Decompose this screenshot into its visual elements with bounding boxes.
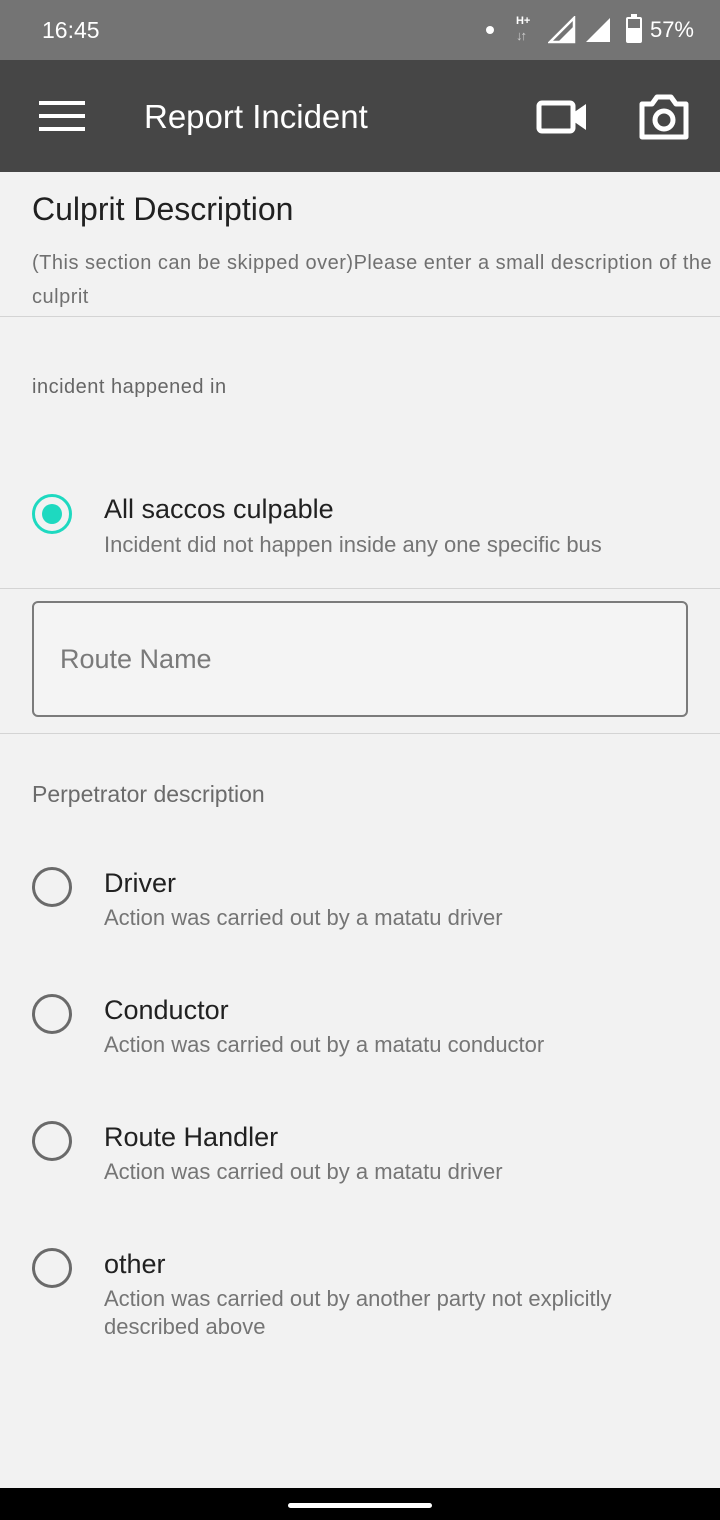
divider — [0, 733, 720, 734]
radio-description: Action was carried out by a matatu drive… — [104, 1159, 503, 1184]
divider — [0, 316, 720, 317]
network-type-label: H+ — [515, 15, 531, 27]
radio-description: Action was carried out by a matatu drive… — [104, 905, 503, 930]
app-bar: Report Incident — [0, 60, 720, 172]
radio-label: Conductor — [104, 995, 229, 1025]
network-data-icon: H+ ↓↑ — [515, 15, 531, 43]
radio-label: All saccos culpable — [104, 494, 334, 524]
route-name-input[interactable] — [60, 603, 660, 715]
notification-dot-icon — [485, 26, 494, 34]
radio-button[interactable] — [32, 1248, 72, 1288]
radio-option-route-handler[interactable]: Route Handler Action was carried out by … — [0, 1106, 720, 1202]
battery-percent: 57% — [649, 17, 694, 42]
menu-icon[interactable] — [30, 92, 94, 140]
radio-option-other[interactable]: other Action was carried out by another … — [0, 1233, 720, 1353]
radio-button-checked[interactable] — [32, 494, 72, 534]
battery-icon — [625, 14, 642, 43]
signal-icon — [547, 16, 576, 44]
radio-option-all-saccos[interactable]: All saccos culpable Incident did not hap… — [0, 480, 720, 570]
navigation-bar — [0, 1488, 720, 1520]
divider — [0, 588, 720, 589]
perpetrator-label: Perpetrator description — [32, 781, 265, 807]
location-label: incident happened in — [32, 376, 227, 398]
radio-button[interactable] — [32, 1121, 72, 1161]
gesture-handle[interactable] — [288, 1503, 432, 1508]
route-name-field[interactable] — [32, 601, 688, 717]
page-title: Report Incident — [144, 98, 368, 135]
radio-description: Action was carried out by a matatu condu… — [104, 1032, 545, 1057]
signal-icon — [585, 18, 610, 42]
radio-description: Action was carried out by another party … — [104, 1286, 612, 1339]
status-time: 16:45 — [42, 17, 100, 43]
radio-label: other — [104, 1249, 166, 1279]
radio-option-conductor[interactable]: Conductor Action was carried out by a ma… — [0, 979, 720, 1075]
section-title: Culprit Description — [32, 191, 294, 227]
status-icons: H+ ↓↑ 57% — [485, 14, 694, 46]
video-camera-icon[interactable] — [532, 96, 592, 138]
camera-icon[interactable] — [636, 92, 692, 142]
radio-label: Driver — [104, 868, 176, 898]
radio-description: Incident did not happen inside any one s… — [104, 532, 602, 557]
radio-button[interactable] — [32, 867, 72, 907]
radio-label: Route Handler — [104, 1122, 279, 1152]
status-bar: 16:45 H+ ↓↑ 57% — [0, 0, 720, 60]
section-subtitle: (This section can be skipped over)Please… — [32, 252, 713, 308]
radio-option-driver[interactable]: Driver Action was carried out by a matat… — [0, 852, 720, 948]
radio-button[interactable] — [32, 994, 72, 1034]
